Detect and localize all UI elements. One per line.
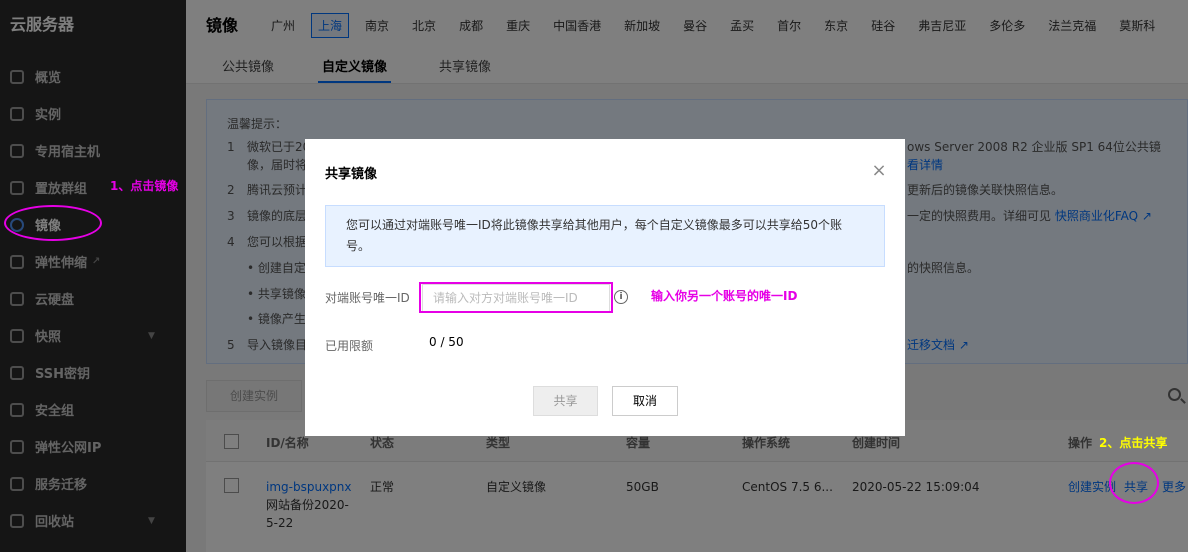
- share-button[interactable]: 共享: [533, 386, 598, 416]
- annotation-input-hint: 输入你另一个账号的唯一ID: [651, 289, 798, 303]
- dialog-info: 您可以通过对端账号唯一ID将此镜像共享给其他用户，每个自定义镜像最多可以共享给5…: [325, 205, 885, 267]
- account-id-label: 对端账号唯一ID: [325, 291, 410, 305]
- cancel-button[interactable]: 取消: [612, 386, 678, 416]
- annotation-step2: 2、点击共享: [1099, 436, 1168, 450]
- highlight-share-oval: [1109, 462, 1159, 504]
- close-icon[interactable]: ×: [871, 162, 887, 180]
- highlight-input-box: [419, 282, 613, 313]
- highlight-images-oval: [4, 205, 102, 241]
- quota-label: 已用限额: [325, 339, 374, 353]
- dialog-title: 共享镜像: [325, 167, 378, 182]
- info-icon[interactable]: i: [614, 290, 628, 304]
- annotation-step1: 1、点击镜像: [110, 179, 179, 193]
- quota-value: 0 / 50: [429, 335, 464, 349]
